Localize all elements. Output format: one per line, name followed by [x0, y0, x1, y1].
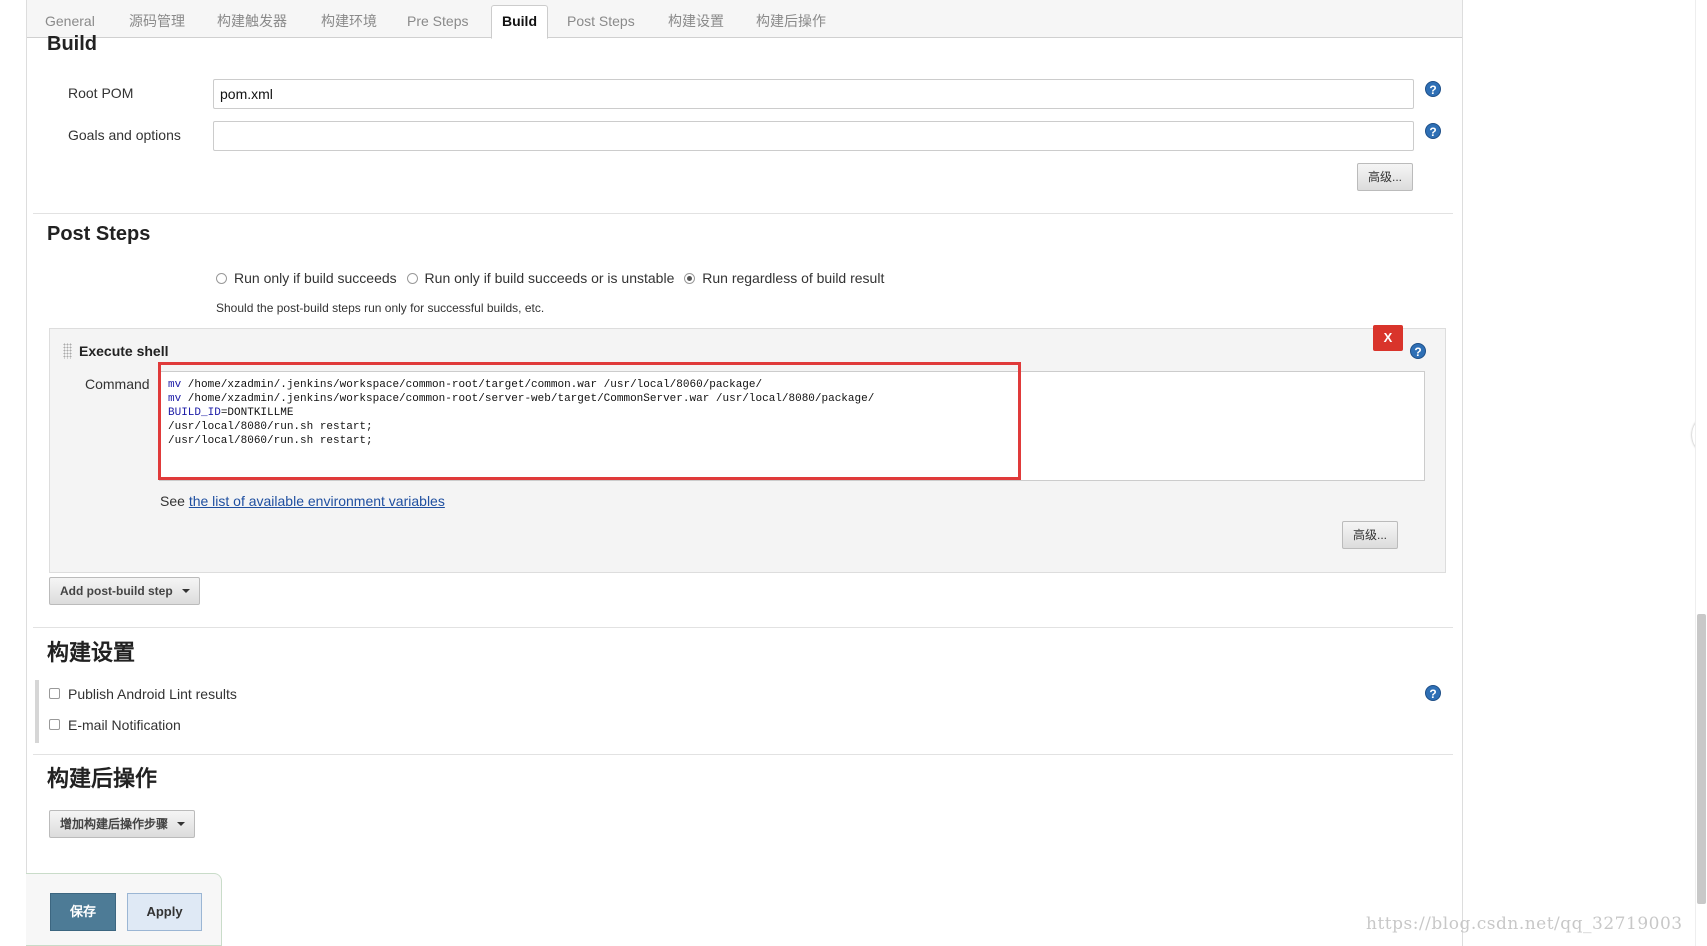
command-line: BUILD_ID=DONTKILLME: [168, 407, 294, 419]
option-email-notification[interactable]: E-mail Notification: [49, 717, 181, 733]
tab-build-triggers[interactable]: 构建触发器: [207, 8, 297, 38]
step-title: Execute shell: [79, 343, 169, 359]
help-icon[interactable]: ?: [1425, 685, 1441, 701]
radio-label: Run regardless of build result: [702, 270, 885, 286]
build-advanced-button[interactable]: 高级...: [1357, 163, 1414, 191]
section-divider: [33, 213, 1453, 214]
section-divider: [33, 627, 1453, 628]
help-icon[interactable]: ?: [1425, 81, 1441, 97]
job-config-page: General 源码管理 构建触发器 构建环境 Pre Steps Build …: [26, 0, 1463, 946]
chevron-down-icon: [177, 822, 186, 826]
radio-label: Run only if build succeeds: [234, 270, 397, 286]
step-advanced-button[interactable]: 高级...: [1342, 521, 1399, 549]
section-divider: [33, 754, 1453, 755]
section-title-build: Build: [47, 33, 97, 55]
watermark: https://blog.csdn.net/qq_32719003: [1366, 914, 1683, 934]
chevron-down-icon: [181, 589, 190, 593]
checkbox-unchecked-icon[interactable]: [49, 719, 60, 730]
command-line: mv /home/xzadmin/.jenkins/workspace/comm…: [168, 379, 763, 391]
option-label: E-mail Notification: [68, 717, 181, 733]
add-post-build-step-button[interactable]: Add post-build step: [49, 577, 200, 605]
tab-build-environment[interactable]: 构建环境: [311, 8, 387, 38]
delete-step-button[interactable]: X: [1373, 325, 1403, 351]
section-title-build-settings: 构建设置: [47, 640, 136, 665]
section-title-post-steps: Post Steps: [47, 223, 151, 245]
goals-input[interactable]: [213, 121, 1414, 151]
env-variables-link[interactable]: the list of available environment variab…: [189, 493, 445, 509]
scrollbar-thumb[interactable]: [1697, 614, 1706, 904]
tab-build-settings[interactable]: 构建设置: [658, 8, 734, 38]
config-tab-bar: General 源码管理 构建触发器 构建环境 Pre Steps Build …: [27, 0, 1462, 39]
tab-post-build-actions[interactable]: 构建后操作: [746, 8, 836, 38]
radio-label: Run only if build succeeds or is unstabl…: [424, 270, 675, 286]
help-icon[interactable]: ?: [1425, 123, 1441, 139]
post-steps-run-condition: Run only if build succeeds Run only if b…: [216, 270, 890, 286]
help-icon[interactable]: ?: [1410, 343, 1426, 359]
option-label: Publish Android Lint results: [68, 686, 237, 702]
root-pom-label: Root POM: [68, 85, 134, 101]
env-variables-hint: See the list of available environment va…: [160, 493, 445, 509]
post-steps-hint: Should the post-build steps run only for…: [216, 301, 545, 315]
goals-label: Goals and options: [68, 127, 181, 143]
radio-button-off-icon: [216, 273, 227, 284]
tab-build[interactable]: Build: [491, 5, 548, 39]
section-title-post-build-actions: 构建后操作: [47, 766, 158, 791]
add-post-build-action-button[interactable]: 增加构建后操作步骤: [49, 810, 196, 838]
option-publish-android-lint[interactable]: Publish Android Lint results: [49, 686, 237, 702]
tab-pre-steps[interactable]: Pre Steps: [397, 8, 478, 38]
radio-run-if-success-or-unstable[interactable]: Run only if build succeeds or is unstabl…: [406, 270, 675, 286]
radio-run-regardless[interactable]: Run regardless of build result: [684, 270, 884, 286]
tab-post-steps[interactable]: Post Steps: [557, 8, 645, 38]
radio-button-on-icon: [684, 273, 696, 284]
root-pom-input[interactable]: [213, 79, 1414, 109]
apply-button[interactable]: Apply: [127, 893, 202, 931]
command-line: mv /home/xzadmin/.jenkins/workspace/comm…: [168, 393, 875, 405]
command-line: /usr/local/8060/run.sh restart;: [168, 435, 373, 447]
radio-button-off-icon: [406, 273, 418, 284]
section-indent-bar: [35, 680, 39, 743]
tab-source-management[interactable]: 源码管理: [119, 8, 195, 38]
checkbox-unchecked-icon[interactable]: [49, 688, 60, 699]
radio-run-if-success[interactable]: Run only if build succeeds: [216, 270, 397, 286]
save-bar: 保存 Apply: [26, 873, 222, 946]
command-label: Command: [85, 376, 150, 392]
drag-handle-icon[interactable]: [63, 343, 72, 359]
command-line: /usr/local/8080/run.sh restart;: [168, 421, 373, 433]
save-button[interactable]: 保存: [50, 893, 116, 931]
vertical-scrollbar[interactable]: [1695, 0, 1707, 946]
command-textarea[interactable]: mv /home/xzadmin/.jenkins/workspace/comm…: [159, 371, 1425, 481]
